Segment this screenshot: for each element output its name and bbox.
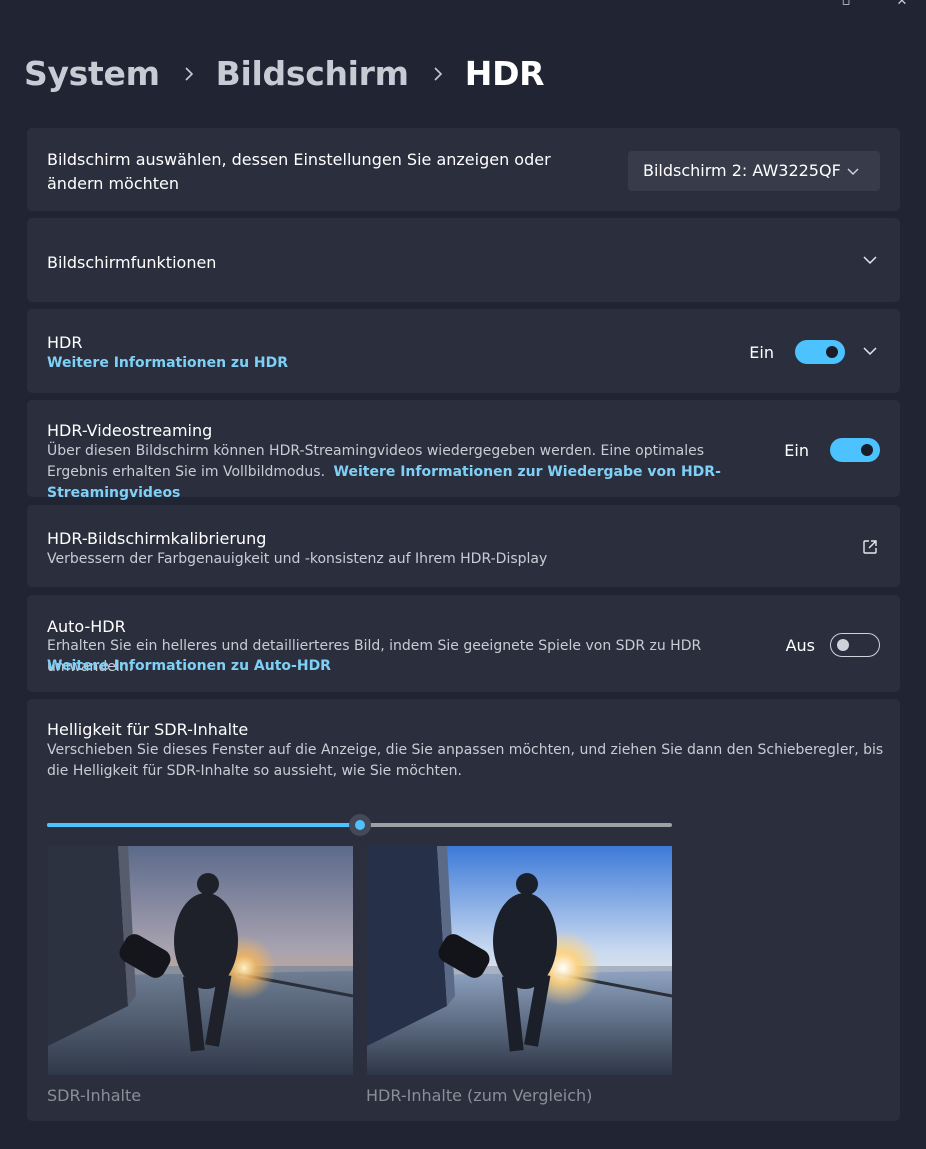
slider-fill [47,823,360,827]
sdr-caption: SDR-Inhalte [47,1086,142,1105]
close-icon[interactable]: ✕ [894,0,910,10]
display-dropdown-value: Bildschirm 2: AW3225QF [643,161,841,180]
breadcrumb-system[interactable]: System [24,54,160,93]
breadcrumb-bildschirm[interactable]: Bildschirm [216,54,409,93]
slider-thumb[interactable] [348,814,371,836]
chevron-down-icon[interactable] [862,252,878,268]
chevron-right-icon [178,64,200,83]
hdr-title: HDR [47,333,83,352]
hdr-calibration-card[interactable]: HDR-Bildschirmkalibrierung Verbessern de… [27,505,900,587]
open-external-icon[interactable] [861,538,879,556]
auto-hdr-toggle-state: Aus [785,636,815,655]
breadcrumb: System Bildschirm HDR [24,50,545,96]
hdr-video-toggle[interactable] [830,438,880,462]
maximize-icon[interactable]: ▫ [838,0,854,10]
chevron-down-icon[interactable] [862,343,878,359]
hdr-video-desc: Über diesen Bildschirm können HDR-Stream… [47,441,752,504]
auto-hdr-title: Auto-HDR [47,617,126,636]
title-bar: ▫ ✕ [0,0,926,12]
sdr-brightness-card: Helligkeit für SDR-Inhalte Verschieben S… [27,699,900,1121]
hdr-caption: HDR-Inhalte (zum Vergleich) [366,1086,593,1105]
hdr-info-link-wrap: Weitere Informationen zu HDR [47,353,288,374]
sdr-preview-image [48,846,353,1075]
hdr-video-title: HDR-Videostreaming [47,421,213,440]
hdr-calibration-desc: Verbessern der Farbgenauigkeit und -kons… [47,551,548,567]
auto-hdr-toggle[interactable] [830,633,880,657]
hdr-toggle[interactable] [795,340,845,364]
hdr-preview-image [367,846,672,1075]
hdr-toggle-state: Ein [749,343,774,362]
auto-hdr-link-wrap: Weitere Informationen zu Auto-HDR [47,656,331,677]
auto-hdr-card: Auto-HDR Erhalten Sie ein helleres und d… [27,595,900,692]
hdr-info-link[interactable]: Weitere Informationen zu HDR [47,355,288,371]
chevron-down-icon [846,163,862,179]
sdr-brightness-desc: Verschieben Sie dieses Fenster auf die A… [47,742,884,779]
display-select-card: Bildschirm auswählen, dessen Einstellung… [27,128,900,211]
display-dropdown[interactable]: Bildschirm 2: AW3225QF [628,151,880,191]
page-title: HDR [464,53,545,93]
hdr-video-card: HDR-Videostreaming Über diesen Bildschir… [27,400,900,501]
sdr-brightness-slider[interactable] [47,814,672,836]
hdr-card: HDR Weitere Informationen zu HDR Ein [27,309,900,393]
display-features-title: Bildschirmfunktionen [47,253,217,272]
hdr-video-toggle-state: Ein [784,441,809,460]
sdr-brightness-title: Helligkeit für SDR-Inhalte [47,720,249,739]
hdr-calibration-title: HDR-Bildschirmkalibrierung [47,529,267,548]
display-features-card[interactable]: Bildschirmfunktionen [27,218,900,302]
display-select-label: Bildschirm auswählen, dessen Einstellung… [47,150,551,193]
chevron-right-icon [427,64,449,83]
auto-hdr-info-link[interactable]: Weitere Informationen zu Auto-HDR [47,658,331,674]
